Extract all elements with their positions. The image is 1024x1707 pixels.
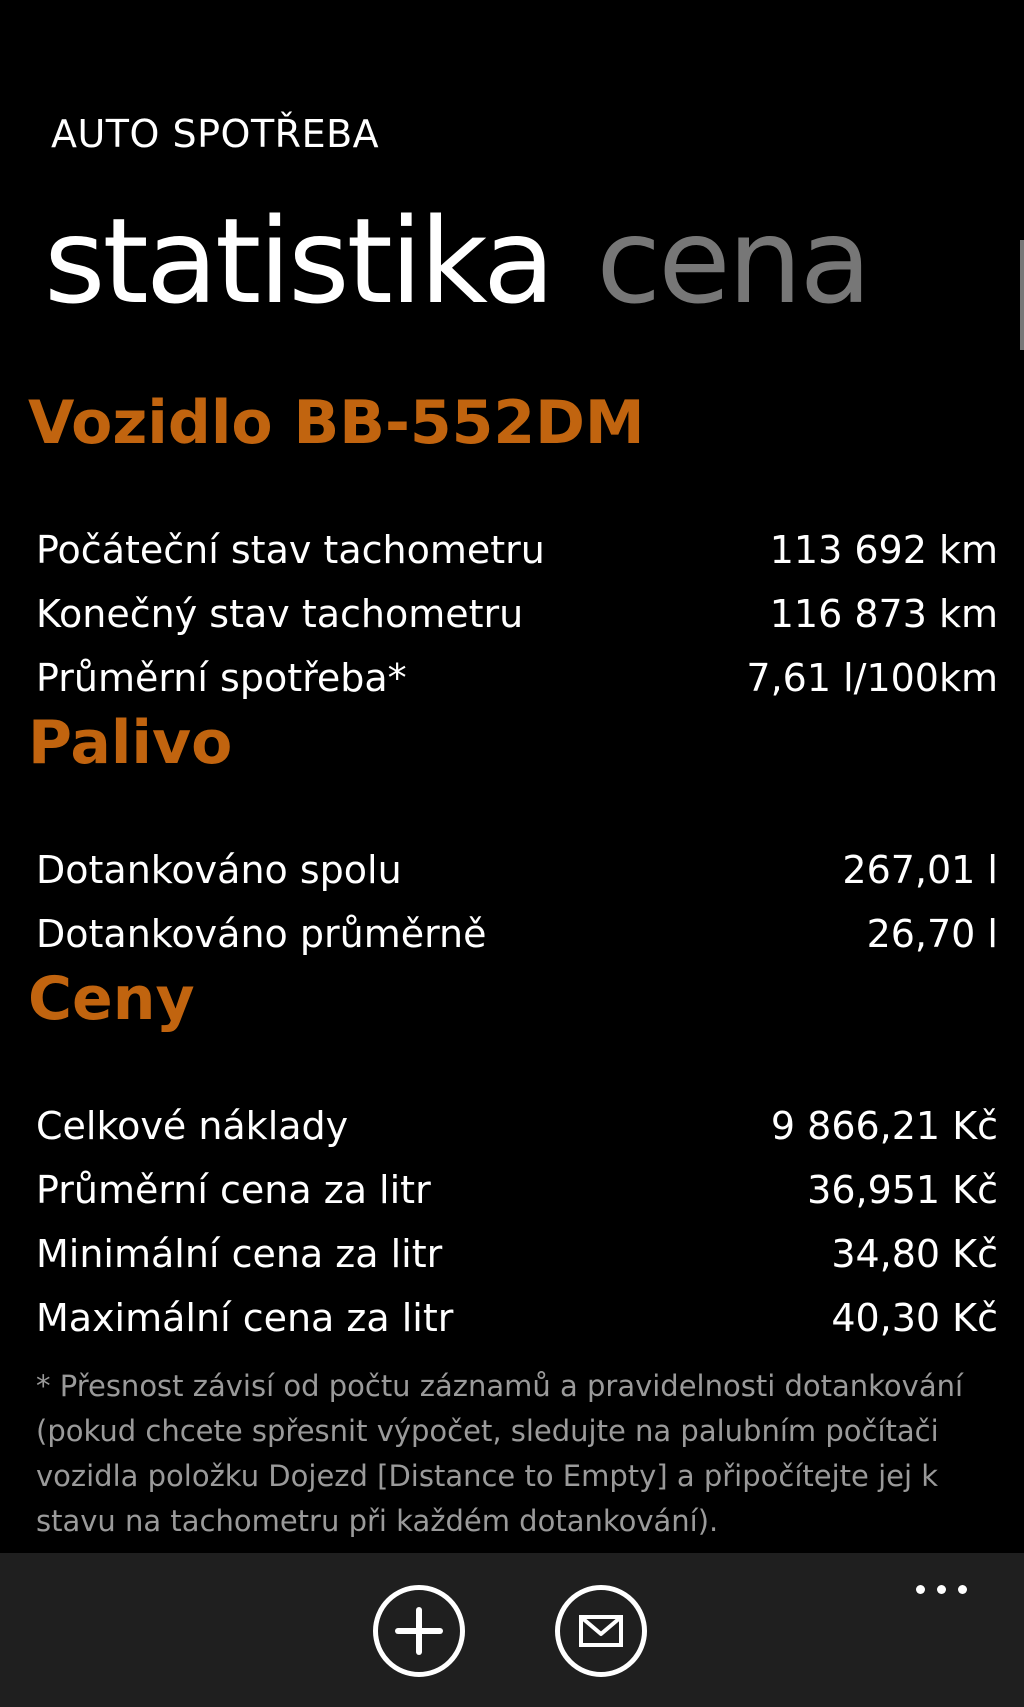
mail-icon (579, 1615, 623, 1647)
stat-label: Průměrní spotřeba* (36, 656, 407, 700)
stat-label: Dotankováno spolu (36, 848, 402, 892)
pivot-tab-cena[interactable]: cena (596, 186, 872, 336)
section-title-vehicle: Vozidlo BB-552DM (28, 388, 645, 458)
email-button[interactable] (555, 1585, 647, 1677)
stat-value: 267,01 l (842, 848, 998, 892)
stat-label: Konečný stav tachometru (36, 592, 524, 636)
stat-value: 113 692 km (769, 528, 998, 572)
stat-label: Průměrní cena za litr (36, 1168, 431, 1212)
stat-value: 34,80 Kč (831, 1232, 998, 1276)
stat-row: Počáteční stav tachometru 113 692 km (36, 520, 998, 580)
stat-label: Celkové náklady (36, 1104, 349, 1148)
add-button[interactable] (373, 1585, 465, 1677)
stat-label: Minimální cena za litr (36, 1232, 443, 1276)
stat-value: 26,70 l (866, 912, 998, 956)
stat-value: 40,30 Kč (831, 1296, 998, 1340)
stat-label: Dotankováno průměrně (36, 912, 487, 956)
stat-row: Průměrní spotřeba* 7,61 l/100km (36, 648, 998, 708)
stat-row: Dotankováno průměrně 26,70 l (36, 904, 998, 964)
stat-row: Dotankováno spolu 267,01 l (36, 840, 998, 900)
section-title-prices: Ceny (28, 964, 195, 1034)
stat-value: 36,951 Kč (807, 1168, 998, 1212)
stat-row: Maximální cena za litr 40,30 Kč (36, 1288, 998, 1348)
stat-row: Celkové náklady 9 866,21 Kč (36, 1096, 998, 1156)
footnote: * Přesnost závisí od počtu záznamů a pra… (36, 1369, 964, 1538)
stat-value: 7,61 l/100km (746, 656, 998, 700)
stat-row: Konečný stav tachometru 116 873 km (36, 584, 998, 644)
stat-value: 9 866,21 Kč (770, 1104, 998, 1148)
add-icon (395, 1607, 443, 1655)
next-pivot-peek (1020, 240, 1024, 350)
stat-row: Minimální cena za litr 34,80 Kč (36, 1224, 998, 1284)
stat-label: Počáteční stav tachometru (36, 528, 545, 572)
stat-value: 116 873 km (769, 592, 998, 636)
stat-row: Průměrní cena za litr 36,951 Kč (36, 1160, 998, 1220)
stat-label: Maximální cena za litr (36, 1296, 454, 1340)
app-title: AUTO SPOTŘEBA (51, 112, 380, 156)
section-title-fuel: Palivo (28, 708, 233, 778)
pivot-tab-statistika[interactable]: statistika (44, 186, 555, 336)
ellipsis-icon[interactable] (912, 1575, 972, 1605)
app-bar (0, 1553, 1024, 1707)
pivot-headers: statistika cena (44, 186, 913, 336)
